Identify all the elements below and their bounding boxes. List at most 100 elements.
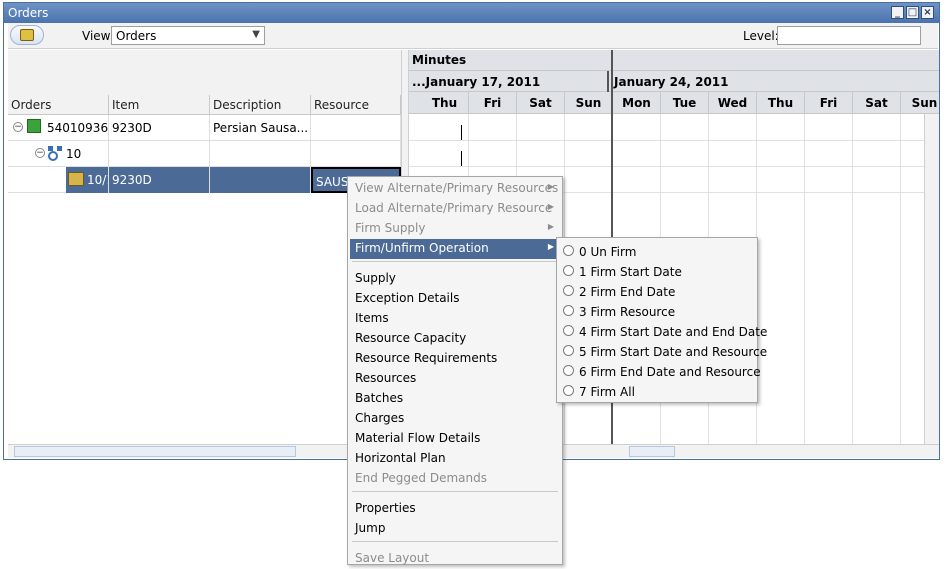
close-button[interactable]: × bbox=[921, 6, 934, 19]
radio-button[interactable] bbox=[563, 285, 574, 296]
firm-option[interactable]: 4 Firm Start Date and End Date bbox=[561, 322, 767, 342]
column-header-resource[interactable]: Resource bbox=[311, 95, 401, 115]
day-header: Sat bbox=[853, 92, 901, 114]
table-row-selected[interactable]: 10/1 9230D SAUS-PRP10 bbox=[8, 167, 401, 193]
firm-option-label: 5 Firm Start Date and Resource bbox=[579, 345, 768, 359]
context-menu: View Alternate/Primary Resources ▶ Load Al… bbox=[347, 176, 563, 565]
menu-item-label: Firm/Unfirm Operation bbox=[355, 241, 489, 255]
menu-item[interactable]: Items bbox=[350, 309, 560, 329]
collapse-icon[interactable]: − bbox=[13, 122, 23, 132]
column-header-description[interactable]: Description bbox=[210, 95, 311, 115]
description-cell bbox=[210, 141, 311, 167]
scroll-thumb[interactable] bbox=[629, 446, 675, 457]
menu-item[interactable]: Firm/Unfirm Operation ▶ bbox=[350, 239, 560, 259]
firm-option[interactable]: 7 Firm All bbox=[561, 382, 755, 402]
firm-option[interactable]: 6 Firm End Date and Resource bbox=[561, 362, 761, 382]
firm-unfirm-submenu: 0 Un Firm 1 Firm Start Date 2 Firm End Dat… bbox=[556, 237, 767, 403]
menu-item[interactable]: Firm Supply ▶ bbox=[350, 219, 560, 239]
column-header-orders[interactable]: Orders bbox=[8, 95, 109, 115]
firm-option-label: 2 Firm End Date bbox=[579, 285, 676, 299]
menu-item[interactable]: Charges bbox=[350, 409, 560, 429]
grid-line bbox=[409, 140, 924, 141]
submenu-arrow-icon: ▶ bbox=[547, 182, 554, 191]
menu-item[interactable]: Save Layout bbox=[350, 549, 560, 569]
menu-item[interactable]: Horizontal Plan bbox=[350, 449, 560, 469]
menu-item-label: Properties bbox=[355, 501, 416, 515]
menu-item[interactable]: Exception Details bbox=[350, 289, 560, 309]
menu-item-label: Resource Capacity bbox=[355, 331, 467, 345]
order-cell: − 540109361 bbox=[8, 115, 109, 141]
submenu-arrow-icon: ▶ bbox=[547, 202, 554, 211]
table-row[interactable]: − 540109361 9230D Persian Sausa... bbox=[8, 115, 401, 141]
resource-cell bbox=[311, 115, 401, 141]
menu-item[interactable]: End Pegged Demands bbox=[350, 469, 560, 489]
firm-option-label: 7 Firm All bbox=[579, 385, 635, 399]
radio-button[interactable] bbox=[563, 265, 574, 276]
gantt-marker bbox=[461, 151, 462, 166]
radio-button[interactable] bbox=[563, 385, 574, 396]
menu-item-label: Charges bbox=[355, 411, 405, 425]
left-horizontal-scrollbar[interactable] bbox=[8, 444, 401, 458]
radio-button[interactable] bbox=[563, 245, 574, 256]
day-header: Sat bbox=[517, 92, 565, 114]
order-number: 540109361 bbox=[47, 121, 109, 135]
firm-option[interactable]: 0 Un Firm bbox=[561, 242, 755, 262]
day-header: Sun bbox=[901, 92, 939, 114]
firm-option[interactable]: 5 Firm Start Date and Resource bbox=[561, 342, 767, 362]
menu-item[interactable]: Resource Capacity bbox=[350, 329, 560, 349]
level-input[interactable] bbox=[777, 26, 921, 45]
maximize-button[interactable]: □ bbox=[906, 6, 919, 19]
day-header: Tue bbox=[661, 92, 709, 114]
title-bar[interactable]: Orders _ □ × bbox=[4, 3, 939, 23]
menu-item[interactable]: Batches bbox=[350, 389, 560, 409]
description-cell bbox=[210, 167, 311, 193]
gantt-vertical-scrollbar[interactable] bbox=[924, 114, 939, 445]
gantt-day-headers: Thu Fri Sat Sun Mon Tue Wed Thu Fri Sat Sun bbox=[409, 92, 939, 114]
item-cell: 9230D bbox=[109, 115, 210, 141]
firm-option[interactable]: 2 Firm End Date bbox=[561, 282, 755, 302]
menu-item[interactable]: Properties bbox=[350, 499, 560, 519]
menu-item[interactable]: Material Flow Details bbox=[350, 429, 560, 449]
chevron-down-icon: ▼ bbox=[252, 29, 260, 40]
radio-button[interactable] bbox=[563, 345, 574, 356]
menu-item[interactable]: Load Alternate/Primary Resource ▶ bbox=[350, 199, 560, 219]
menu-item-label: Exception Details bbox=[355, 291, 460, 305]
gantt-marker bbox=[461, 125, 462, 140]
resource-step-number: 10/1 bbox=[87, 173, 108, 187]
scroll-thumb[interactable] bbox=[14, 446, 296, 457]
resource-icon bbox=[68, 172, 84, 186]
week-header: ...January 17, 2011 bbox=[409, 71, 609, 92]
view-select-value: Orders bbox=[116, 29, 157, 43]
menu-item[interactable]: Resource Requirements bbox=[350, 349, 560, 369]
menu-item-label: Resources bbox=[355, 371, 417, 385]
menu-item[interactable]: View Alternate/Primary Resources ▶ bbox=[350, 179, 560, 199]
menu-item-label: Items bbox=[355, 311, 389, 325]
open-folder-button[interactable] bbox=[10, 25, 44, 45]
item-cell: 9230D bbox=[109, 167, 210, 193]
order-cube-icon bbox=[27, 119, 41, 133]
radio-button[interactable] bbox=[563, 365, 574, 376]
column-header-item[interactable]: Item bbox=[109, 95, 210, 115]
menu-item-label: End Pegged Demands bbox=[355, 471, 487, 485]
collapse-icon[interactable]: − bbox=[35, 148, 45, 158]
submenu-arrow-icon: ▶ bbox=[547, 222, 554, 231]
week-header: January 24, 2011 bbox=[614, 75, 729, 89]
orders-tree-table: Orders Item Description Resource − 54010… bbox=[8, 50, 401, 445]
day-header: Fri bbox=[469, 92, 517, 114]
firm-option[interactable]: 1 Firm Start Date bbox=[561, 262, 755, 282]
view-select[interactable]: Orders ▼ bbox=[111, 26, 265, 45]
grid-line bbox=[409, 166, 924, 167]
menu-item-label: Resource Requirements bbox=[355, 351, 498, 365]
table-row[interactable]: − 10 bbox=[8, 141, 401, 167]
radio-button[interactable] bbox=[563, 305, 574, 316]
menu-item[interactable]: Supply bbox=[350, 269, 560, 289]
minimize-button[interactable]: _ bbox=[891, 6, 904, 19]
radio-button[interactable] bbox=[563, 325, 574, 336]
day-header: Wed bbox=[709, 92, 757, 114]
menu-item[interactable]: Jump bbox=[350, 519, 560, 539]
menu-item-label: View Alternate/Primary Resources bbox=[355, 181, 559, 195]
day-header: Sun bbox=[565, 92, 613, 114]
menu-item[interactable]: Resources bbox=[350, 369, 560, 389]
folder-icon bbox=[20, 29, 34, 41]
firm-option[interactable]: 3 Firm Resource bbox=[561, 302, 755, 322]
